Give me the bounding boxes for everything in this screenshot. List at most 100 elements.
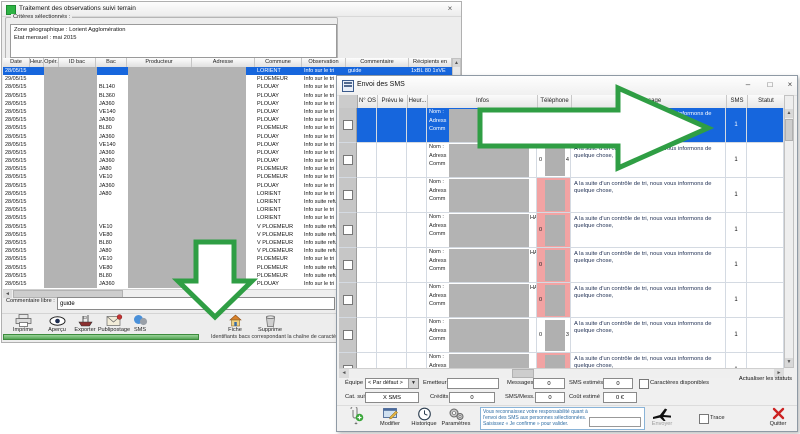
column-header[interactable]: Téléphone bbox=[538, 95, 572, 108]
column-header[interactable]: Heur... bbox=[408, 95, 428, 108]
row-select-cell[interactable] bbox=[339, 108, 357, 143]
quitter-button[interactable]: Quitter bbox=[761, 407, 795, 429]
chevron-down-icon[interactable]: ▼ bbox=[408, 379, 418, 388]
cell-sms-count: 1 bbox=[726, 213, 747, 248]
sms-row[interactable]: Nom : Adress Comm HAT 0 A la suite d'un … bbox=[339, 283, 784, 318]
row-checkbox[interactable] bbox=[343, 190, 353, 200]
redacted-block bbox=[128, 214, 246, 222]
column-header[interactable]: Bac bbox=[96, 58, 127, 67]
actualiser-statuts-link[interactable]: Actualiser les statuts bbox=[717, 376, 792, 382]
redacted-block bbox=[44, 190, 97, 198]
sms-row[interactable]: Nom : Adress Comm 0 3 A la suite d'un co… bbox=[339, 318, 784, 353]
sms-row[interactable]: Nom : Adress Comm HAT 0 A la suite d'un … bbox=[339, 248, 784, 283]
row-select-cell[interactable] bbox=[339, 353, 357, 368]
column-header[interactable]: Producteur bbox=[127, 58, 192, 67]
historique-button[interactable]: Historique bbox=[407, 407, 441, 429]
table-row[interactable]: 28/05/15 LORIENT Info sur le tri guide 1… bbox=[3, 67, 452, 75]
supprime-button[interactable]: Supprime bbox=[252, 314, 288, 335]
cell-prevu-le bbox=[377, 283, 407, 318]
sms-estimes-input[interactable] bbox=[603, 378, 633, 389]
redacted-block bbox=[449, 354, 529, 368]
comment-input[interactable] bbox=[57, 297, 335, 310]
row-select-cell[interactable] bbox=[339, 283, 357, 318]
cell-message: A la suite d'un contrôle de tri, nous vo… bbox=[571, 108, 726, 143]
close-icon[interactable]: × bbox=[783, 79, 797, 91]
equipe-select[interactable]: < Par défaut > ▼ bbox=[365, 378, 419, 389]
row-select-cell[interactable] bbox=[339, 213, 357, 248]
sms-row[interactable]: Nom : Adress Comm HAT 0 A la suite d'un … bbox=[339, 213, 784, 248]
row-select-cell[interactable] bbox=[339, 178, 357, 213]
add-attachment-button[interactable]: + bbox=[339, 407, 373, 429]
redacted-block bbox=[545, 285, 565, 316]
column-header[interactable]: Date bbox=[3, 58, 30, 67]
column-header[interactable]: Observation bbox=[302, 58, 346, 67]
cell-bac: JA360 bbox=[99, 133, 127, 141]
scroll-up-icon[interactable]: ▲ bbox=[453, 59, 460, 67]
sms-mess-input[interactable] bbox=[535, 392, 565, 403]
window-envoi-sms: Envoi des SMS – □ × N° OSPrévu leHeur...… bbox=[336, 75, 798, 432]
scroll-thumb[interactable] bbox=[512, 369, 534, 378]
cell-heure bbox=[407, 178, 427, 213]
sms-estimes-label: SMS estimés bbox=[569, 380, 603, 386]
column-header[interactable]: SMS bbox=[727, 95, 748, 108]
redacted-block bbox=[44, 272, 97, 280]
row-checkbox[interactable] bbox=[343, 330, 353, 340]
sms-row[interactable]: Nom : Adress Comm A la suite d'un contrô… bbox=[339, 178, 784, 213]
column-header[interactable]: Heur. bbox=[30, 58, 44, 67]
sms-vertical-scrollbar[interactable]: ▲ ▼ bbox=[784, 95, 794, 368]
column-header[interactable]: N° OS bbox=[358, 95, 378, 108]
scroll-left-icon[interactable]: ◄ bbox=[3, 290, 12, 298]
row-checkbox[interactable] bbox=[343, 155, 353, 165]
scroll-up-icon[interactable]: ▲ bbox=[785, 109, 793, 118]
sms-table-header: N° OSPrévu leHeur...InfosTéléphoneMessag… bbox=[339, 95, 784, 109]
column-header[interactable]: ID bac bbox=[59, 58, 96, 67]
cat-suivi-input[interactable] bbox=[365, 392, 419, 403]
row-select-cell[interactable] bbox=[339, 143, 357, 178]
modifier-button[interactable]: Modifier bbox=[373, 407, 407, 429]
caracteres-checkbox[interactable] bbox=[639, 379, 649, 389]
maximize-icon[interactable]: □ bbox=[763, 79, 777, 91]
column-header[interactable]: Infos bbox=[428, 95, 538, 108]
column-header[interactable]: Prévu le bbox=[378, 95, 408, 108]
cell-date: 28/05/15 bbox=[5, 272, 31, 280]
column-header[interactable]: Statut bbox=[748, 95, 785, 108]
row-checkbox[interactable] bbox=[343, 225, 353, 235]
trace-checkbox[interactable] bbox=[699, 414, 709, 424]
sms-row[interactable]: Nom : Adress Comm A la suite d'un contrô… bbox=[339, 108, 784, 143]
scroll-down-icon[interactable]: ▼ bbox=[785, 358, 793, 367]
column-header[interactable]: Opér. bbox=[44, 58, 59, 67]
row-select-cell[interactable] bbox=[339, 318, 357, 353]
cell-date: 28/05/15 bbox=[5, 206, 31, 214]
sms-window-titlebar[interactable]: Envoi des SMS – □ × bbox=[337, 76, 797, 96]
messages-input[interactable] bbox=[533, 378, 565, 389]
row-checkbox[interactable] bbox=[343, 260, 353, 270]
parametres-button[interactable]: Paramètres bbox=[439, 407, 473, 429]
emetteur-input[interactable] bbox=[447, 378, 499, 389]
redacted-block bbox=[545, 145, 565, 176]
column-header[interactable]: Message bbox=[572, 95, 727, 108]
minimize-icon[interactable]: – bbox=[741, 79, 755, 91]
scroll-left-icon[interactable]: ◄ bbox=[339, 369, 349, 378]
sms-row[interactable]: Nom : Adress Comm A la suite d'un contrô… bbox=[339, 353, 784, 368]
fiche-button[interactable]: Fiche bbox=[217, 314, 253, 335]
envoyer-button[interactable]: Envoyer bbox=[645, 407, 679, 429]
column-header[interactable]: Commune bbox=[255, 58, 302, 67]
sms-row[interactable]: Nom : Adress Comm 0 4 A la suite d'un co… bbox=[339, 143, 784, 178]
confirmation-input[interactable] bbox=[589, 417, 641, 427]
row-select-cell[interactable] bbox=[339, 248, 357, 283]
emetteur-label: Emetteur bbox=[423, 380, 447, 386]
cout-estime-input[interactable] bbox=[603, 392, 637, 403]
cell-num-os bbox=[357, 248, 377, 283]
scroll-thumb[interactable] bbox=[785, 119, 793, 141]
credits-input[interactable] bbox=[449, 392, 495, 403]
row-checkbox[interactable] bbox=[343, 295, 353, 305]
sms-button[interactable]: SMS bbox=[122, 314, 158, 335]
close-icon[interactable]: × bbox=[444, 3, 456, 14]
column-header[interactable]: Récipients en bbox=[409, 58, 452, 67]
cell-prevu-le bbox=[377, 143, 407, 178]
caracteres-label: Caractères disponibles bbox=[650, 380, 709, 386]
column-header[interactable]: Commentaire bbox=[346, 58, 409, 67]
row-checkbox[interactable] bbox=[343, 120, 353, 130]
column-header[interactable]: Adresse bbox=[192, 58, 255, 67]
imprime-button[interactable]: Imprime bbox=[5, 314, 41, 335]
